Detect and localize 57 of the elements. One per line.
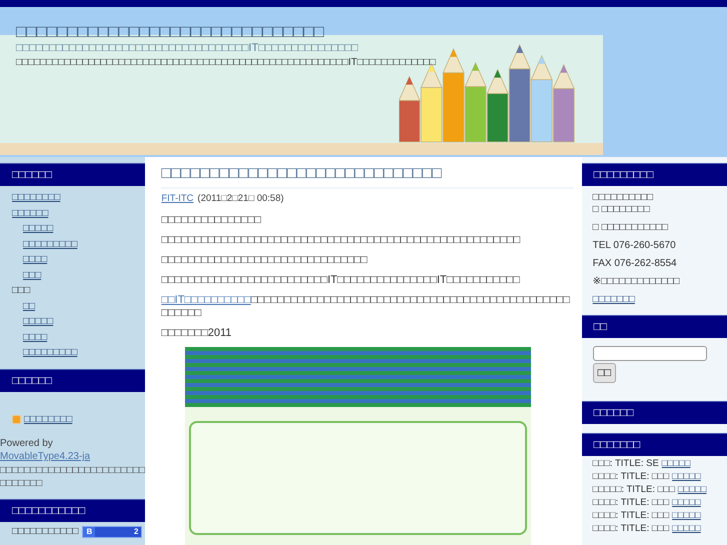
category-link[interactable]: □□□□□□□□ bbox=[12, 192, 60, 203]
comment-link[interactable]: □□□□□ bbox=[672, 510, 701, 521]
contact-text: FAX 076-262-8554 bbox=[592, 258, 678, 270]
category-link[interactable]: □□□□□□□□□ bbox=[23, 347, 78, 358]
bookmark-count-badge[interactable]: B 2 bbox=[82, 526, 142, 538]
category-link[interactable]: □□□□□□ bbox=[12, 208, 48, 218]
site-title[interactable]: □□□□□□□□□□□□□□□□□□□□□□□□□□□□□□ bbox=[16, 21, 436, 42]
category-link[interactable]: □□□□□ bbox=[23, 316, 54, 327]
category-link[interactable]: □□□□ bbox=[23, 254, 48, 265]
post-paragraph: □□□□□□□□□□□□□□□□□□□□□□□□□IT□□□□□□□□□□□□□□□IT□□□□□□□□□□□ bbox=[161, 274, 521, 287]
bookmark-label: □□□□□□□□□□□ bbox=[12, 526, 78, 537]
comment-text: □□□□: TITLE: □□□ bbox=[592, 523, 670, 534]
site-tagline: □□□□□□□□□□□□□□□□□□□□□□□□□□□□□□□□□□□IT□□□□□□□□□□□□□□□ bbox=[16, 42, 359, 55]
sidebar-heading: □□□□□□□□□ bbox=[582, 163, 727, 186]
comment-text: □□□□: TITLE: □□□ bbox=[592, 510, 670, 521]
search-field[interactable] bbox=[592, 346, 707, 361]
sidebar-heading: □□□□□□ bbox=[0, 368, 146, 392]
category-link[interactable]: □□ bbox=[23, 300, 36, 312]
sidebar-heading: □□□□□□ bbox=[0, 163, 146, 186]
comment-link[interactable]: □□□□□ bbox=[672, 497, 701, 508]
category-label: □□□ bbox=[12, 285, 30, 296]
comment-text: □□□□□: TITLE: □□□ bbox=[592, 484, 675, 495]
post-paragraph: □□□□□□□2011 bbox=[161, 327, 233, 340]
search-button[interactable]: □□ bbox=[592, 363, 616, 383]
site-description: □□□□□□□□□□□□□□□□□□□□□□□□□□□□□□□□□□□□□□□□□□□□□□□□□□□□□□□IT□□□□□□□□□□□□□ bbox=[16, 56, 436, 69]
comment-link[interactable]: □□□□□ bbox=[672, 471, 701, 482]
contact-text: TEL 076-260-5670 bbox=[592, 240, 677, 252]
comment-text: □□□: TITLE: SE bbox=[592, 458, 659, 469]
post-title[interactable]: □□□□□□□□□□□□□□□□□□□□□□□□□□□□□ bbox=[161, 163, 574, 189]
feed-link[interactable]: □□□□□□□□ bbox=[24, 414, 72, 424]
post-link[interactable]: □□IT□□□□□□□□□□ bbox=[161, 294, 251, 306]
sidebar-heading: □□□□□□ bbox=[582, 401, 727, 424]
powered-note: □□□□□□□□□□□□□□□□□□□□□□□□□□□□□□□ bbox=[0, 464, 146, 490]
contact-text: ※□□□□□□□□□□□□□ bbox=[592, 276, 681, 288]
post-paragraph: □□□□□□□□□□□□□□□ bbox=[161, 214, 262, 227]
post-date: (2011□2□21□ 00:58) bbox=[198, 193, 284, 204]
category-link[interactable]: □□□□□□□□□ bbox=[23, 238, 78, 250]
category-link[interactable]: □□□ bbox=[23, 270, 42, 280]
feed-icon bbox=[12, 414, 21, 424]
post-paragraph: □□□□□□□□□□□□□□□□□□□□□□□□□□□□□□□ bbox=[161, 254, 368, 267]
contact-text: □ □□□□□□□□□□□ bbox=[592, 222, 669, 234]
comment-link[interactable]: □□□□□ bbox=[678, 484, 707, 495]
sidebar-heading: □□ bbox=[582, 315, 727, 338]
comment-text: □□□□: TITLE: □□□ bbox=[592, 471, 670, 482]
author-link[interactable]: FIT-ITC bbox=[161, 193, 194, 204]
sidebar-heading: □□□□□□□ bbox=[582, 433, 727, 456]
comment-link[interactable]: □□□□□ bbox=[662, 458, 690, 469]
powered-by-text: Powered by bbox=[0, 436, 54, 450]
comment-text: □□□□: TITLE: □□□ bbox=[592, 497, 670, 508]
category-link[interactable]: □□□□ bbox=[23, 332, 48, 342]
comment-link[interactable]: □□□□□ bbox=[672, 523, 701, 534]
post-paragraph: □□IT□□□□□□□□□□□□□□□□□□□□□□□□□□□□□□□□□□□□□□□□□□□□□□□□□□□□□□□□□□□□□□□□ bbox=[161, 294, 571, 320]
contact-text: □□□□□□□□□□ □ □□□□□□□□ bbox=[592, 192, 654, 216]
contact-link[interactable]: □□□□□□□ bbox=[592, 294, 635, 305]
category-link[interactable]: □□□□□ bbox=[23, 223, 54, 234]
sidebar-heading: □□□□□□□□□□□ bbox=[0, 498, 146, 522]
post-paragraph: □□□□□□□□□□□□□□□□□□□□□□□□□□□□□□□□□□□□□□□□□□□□□□□□□□□□□□ bbox=[161, 234, 522, 247]
